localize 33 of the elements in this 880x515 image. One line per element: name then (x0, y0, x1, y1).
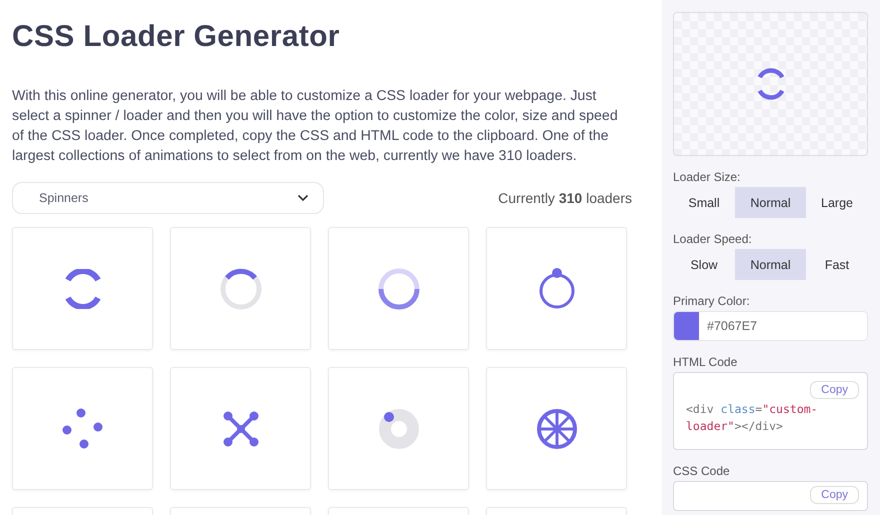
copy-button[interactable]: Copy (810, 486, 859, 504)
category-select[interactable]: Spinners (12, 182, 324, 214)
size-option[interactable]: Small (673, 187, 735, 218)
chevron-down-icon (297, 194, 309, 202)
speed-option[interactable]: Normal (735, 249, 806, 280)
spinner-icon (376, 266, 420, 310)
wheel-icon (536, 408, 578, 450)
spinner-icon (536, 266, 576, 310)
css-code-label: CSS Code (673, 464, 731, 478)
spinner-icon (62, 268, 102, 308)
html-code: <div class="custom-loader"></div> (686, 401, 819, 435)
color-label: Primary Color: (673, 294, 751, 308)
spinner-icon (218, 266, 262, 310)
spinner-icon (378, 408, 420, 450)
intro-paragraph: With this online generator, you will be able to customize a CSS loader for your webpage. Just select a spinner / loader and then you will have the option to customize the color, size and speed of the CSS loader. Once completed, copy the CSS and HTML code to the clipboard. One of the largest collections of animations to select from on the web, currently we have 310 loaders. (12, 87, 619, 166)
size-label: Loader Size: (673, 170, 742, 184)
size-option[interactable]: Normal (735, 187, 806, 218)
page-title: CSS Loader Generator (12, 20, 341, 54)
speed-label: Loader Speed: (673, 232, 753, 246)
loader-card[interactable] (486, 367, 627, 490)
loader-card[interactable] (486, 227, 627, 350)
loader-card[interactable] (170, 367, 311, 490)
loader-count: Currently 310 loaders (498, 190, 632, 206)
color-field[interactable]: #7067E7 (673, 311, 868, 341)
speed-option[interactable]: Slow (673, 249, 735, 280)
loader-card[interactable] (12, 227, 153, 350)
size-option[interactable]: Large (806, 187, 868, 218)
dots-spinner-icon (62, 408, 104, 450)
copy-button[interactable]: Copy (810, 381, 859, 399)
html-code-label: HTML Code (673, 355, 738, 369)
color-swatch[interactable] (674, 312, 699, 340)
cross-spinner-icon (222, 410, 258, 446)
speed-option[interactable]: Fast (806, 249, 868, 280)
